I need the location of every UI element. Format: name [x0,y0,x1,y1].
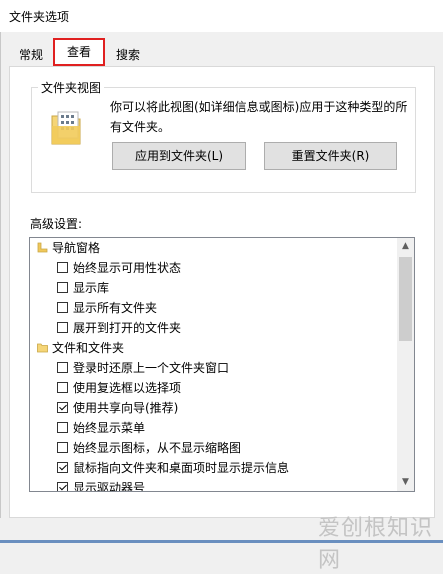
list-item-label: 展开到打开的文件夹 [73,321,182,335]
list-item-label: 使用复选框以选择项 [73,381,182,395]
checkbox[interactable] [57,322,68,333]
tab-search[interactable]: 搜索 [108,44,148,66]
tab-general[interactable]: 常规 [12,44,50,66]
folder-icon [37,343,48,353]
folder-views-title: 文件夹视图 [38,79,105,96]
folder-view-icon [51,111,81,145]
scroll-up-icon[interactable]: ▲ [397,238,414,255]
list-item-label: 显示驱动器号 [73,481,146,492]
window-border [0,32,1,540]
checkbox[interactable] [57,302,68,313]
folder-views-description: 你可以将此视图(如详细信息或图标)应用于这种类型的所有文件夹。 [110,100,408,134]
advanced-settings-label: 高级设置: [30,217,83,231]
tab-view[interactable]: 查看 [53,38,105,66]
scroll-thumb[interactable] [399,257,412,341]
title-bar: 文件夹选项 [0,0,443,32]
list-item-label: 显示库 [73,281,110,295]
checkbox-checked[interactable] [57,462,68,473]
vertical-scrollbar[interactable]: ▲ ▼ [397,238,414,491]
list-item-label: 登录时还原上一个文件夹窗口 [73,361,230,375]
checkbox[interactable] [57,442,68,453]
reset-folders-button[interactable]: 重置文件夹(R) [264,142,397,170]
list-item-label: 始终显示菜单 [73,421,146,435]
checkbox[interactable] [57,422,68,433]
apply-to-folders-button[interactable]: 应用到文件夹(L) [112,142,246,170]
navigation-pane-icon [37,242,48,253]
checkbox[interactable] [57,382,68,393]
checkbox-checked[interactable] [57,402,68,413]
checkbox[interactable] [57,262,68,273]
checkbox-checked[interactable] [57,482,68,491]
list-item-label: 导航窗格 [52,241,101,255]
checkbox[interactable] [57,362,68,373]
list-item-label: 始终显示图标，从不显示缩略图 [73,441,242,455]
watermark: 爱创根知识网 [318,516,434,573]
list-item-label: 显示所有文件夹 [73,301,158,315]
scroll-down-icon[interactable]: ▼ [397,474,414,491]
list-item-label: 文件和文件夹 [52,341,125,355]
list-item-label: 使用共享向导(推荐) [73,401,179,415]
checkbox[interactable] [57,282,68,293]
window-title: 文件夹选项 [9,10,70,24]
advanced-settings-list[interactable]: 导航窗格 始终显示可用性状态 显示库 显示所有文件夹 展开到打开的文件夹 文件和… [29,237,415,492]
list-item-label: 始终显示可用性状态 [73,261,182,275]
list-item-label: 鼠标指向文件夹和桌面项时显示提示信息 [73,461,290,475]
